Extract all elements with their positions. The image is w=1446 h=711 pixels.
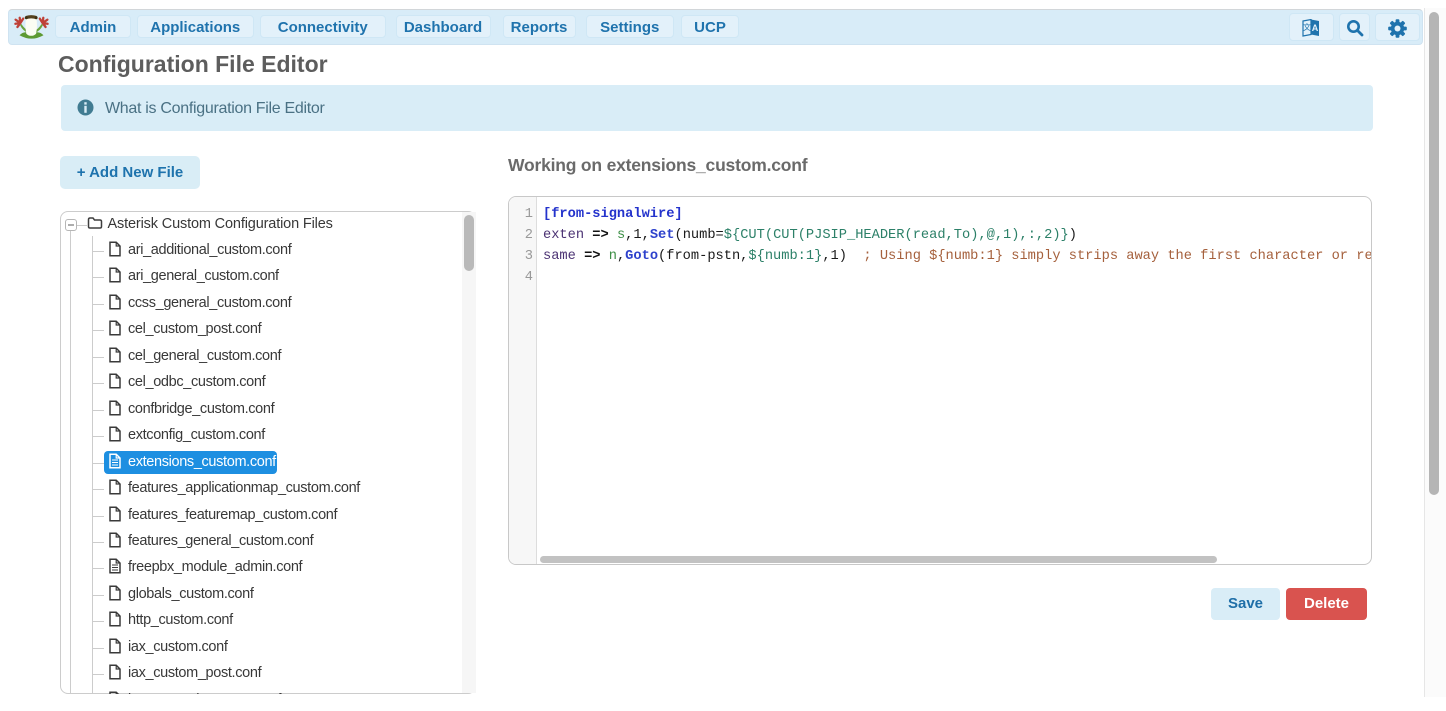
svg-text:文: 文 bbox=[1303, 22, 1311, 32]
svg-text:A: A bbox=[1312, 23, 1319, 33]
